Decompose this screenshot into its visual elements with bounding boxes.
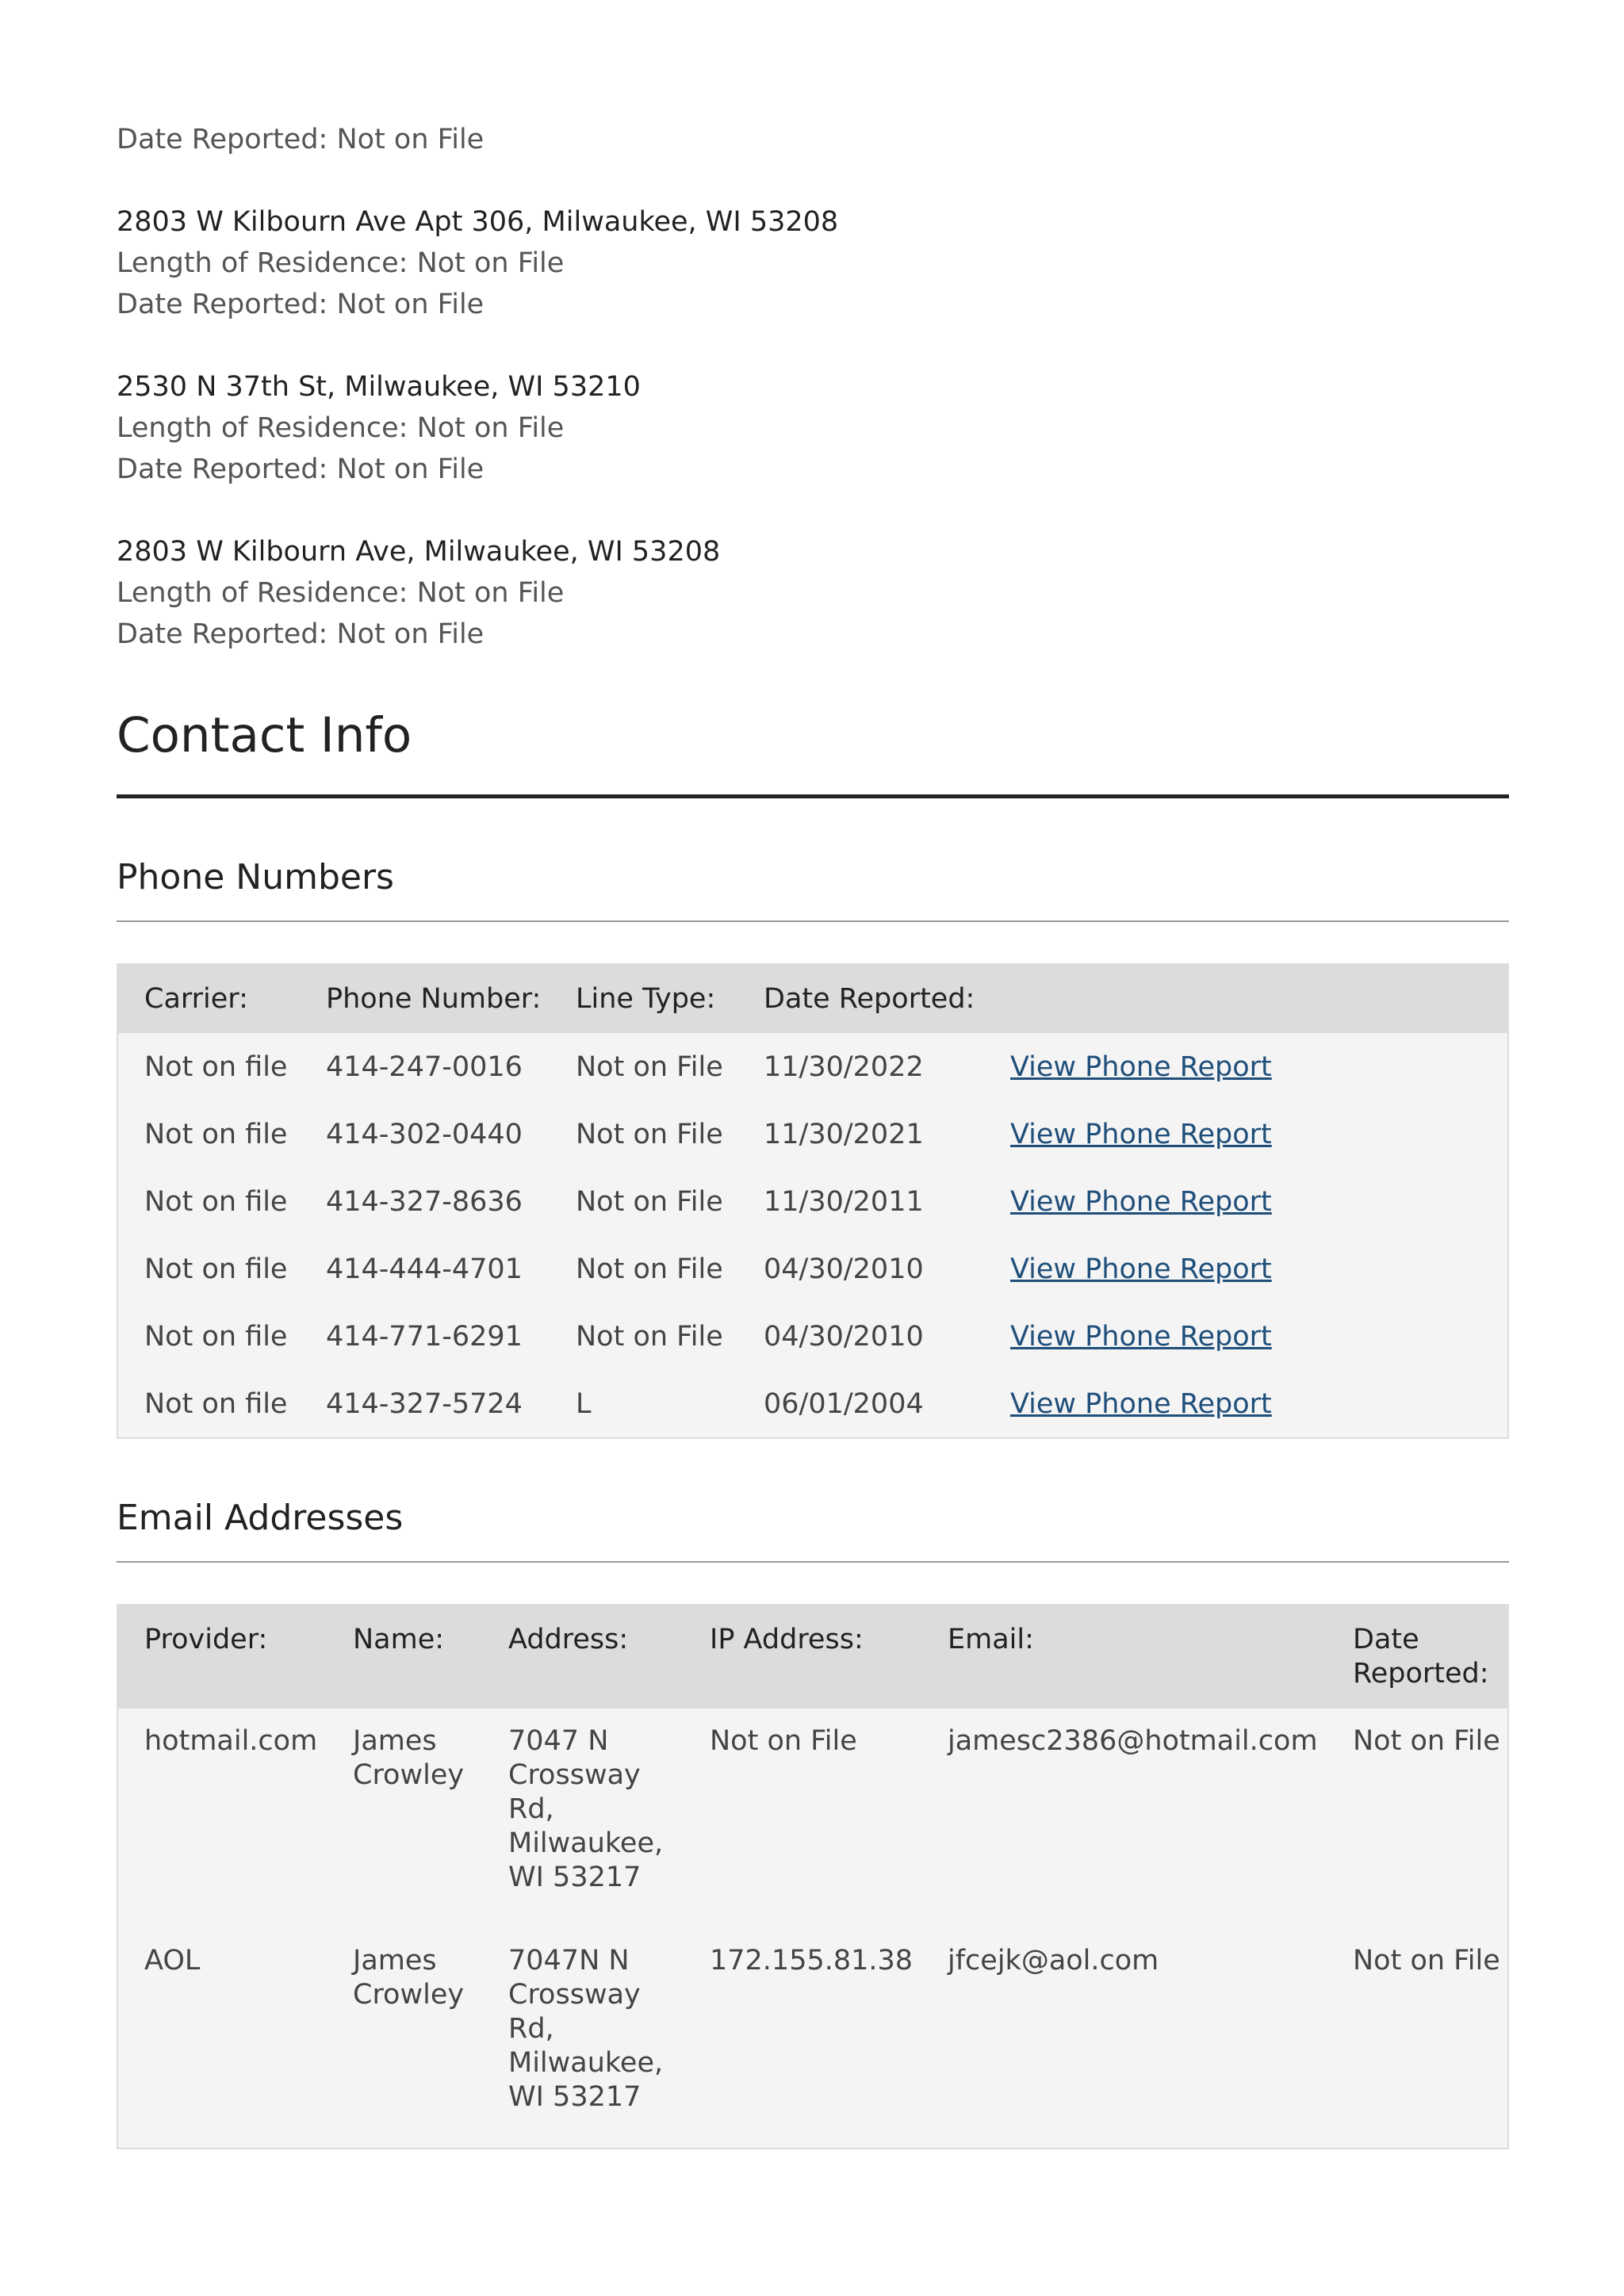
name-cell: James Crowley (353, 1945, 465, 2011)
line-type-cell: Not on File (576, 1118, 723, 1150)
ip-address-cell: 172.155.81.38 (710, 1945, 914, 1976)
phone-number-cell: 414-444-4701 (326, 1253, 523, 1285)
address-record: 2530 N 37th St, Milwaukee, WI 53210 Leng… (117, 366, 1509, 490)
phone-numbers-table: Carrier: Phone Number: Line Type: Date R… (117, 963, 1509, 1439)
report-page: Date Reported: Not on File 2803 W Kilbou… (117, 119, 1509, 2149)
phone-number-cell: 414-771-6291 (326, 1320, 523, 1353)
address-line: 2530 N 37th St, Milwaukee, WI 53210 (117, 371, 641, 403)
action-cell: View Phone Report (984, 1303, 1508, 1370)
column-header-name: Name: (353, 1624, 445, 1655)
address-cell: 7047 N Crossway Rd, Milwaukee, WI 53217 (508, 1725, 664, 1893)
column-header-phone-number: Phone Number: (326, 983, 542, 1015)
provider-cell: AOL (144, 1945, 201, 1976)
date-reported: Date Reported: Not on File (117, 124, 485, 155)
table-header-row: Provider: Name: Address: IP Address: Ema… (117, 1605, 1508, 1709)
date-reported-cell: 11/30/2021 (764, 1118, 924, 1150)
address-record: 2803 W Kilbourn Ave, Milwaukee, WI 53208… (117, 531, 1509, 655)
view-phone-report-link[interactable]: View Phone Report (1010, 1388, 1272, 1420)
line-type-cell: Not on File (576, 1253, 723, 1285)
action-cell: View Phone Report (984, 1033, 1508, 1100)
column-header-carrier: Carrier: (144, 983, 248, 1015)
table-row: Not on file 414-327-5724 L 06/01/2004 Vi… (117, 1370, 1508, 1438)
view-phone-report-link[interactable]: View Phone Report (1010, 1321, 1272, 1353)
view-phone-report-link[interactable]: View Phone Report (1010, 1119, 1272, 1150)
action-cell: View Phone Report (984, 1370, 1508, 1438)
table-row: Not on file 414-302-0440 Not on File 11/… (117, 1100, 1508, 1168)
date-reported-cell: 04/30/2010 (764, 1253, 924, 1285)
provider-cell: hotmail.com (144, 1725, 318, 1757)
date-reported-cell: 04/30/2010 (764, 1320, 924, 1353)
ip-address-cell: Not on File (710, 1725, 857, 1757)
carrier-cell: Not on file (144, 1185, 288, 1218)
column-header-action (984, 964, 1508, 1033)
line-type-cell: Not on File (576, 1320, 723, 1353)
email-addresses-table: Provider: Name: Address: IP Address: Ema… (117, 1604, 1509, 2149)
phone-numbers-heading: Phone Numbers (117, 857, 394, 897)
phone-number-cell: 414-327-8636 (326, 1185, 523, 1218)
view-phone-report-link[interactable]: View Phone Report (1010, 1253, 1272, 1285)
length-of-residence: Length of Residence: Not on File (117, 412, 565, 444)
table-row: Not on file 414-771-6291 Not on File 04/… (117, 1303, 1508, 1370)
column-header-address: Address: (508, 1624, 629, 1655)
line-type-cell: Not on File (576, 1050, 723, 1083)
view-phone-report-link[interactable]: View Phone Report (1010, 1186, 1272, 1218)
carrier-cell: Not on file (144, 1320, 288, 1353)
line-type-cell: L (576, 1387, 592, 1420)
email-cell: jamesc2386@hotmail.com (948, 1725, 1318, 1757)
phone-number-cell: 414-247-0016 (326, 1050, 523, 1083)
column-header-provider: Provider: (144, 1624, 268, 1655)
subsection-divider (117, 920, 1509, 922)
table-row: AOL James Crowley 7047N N Crossway Rd, M… (117, 1928, 1508, 2149)
date-reported-cell: 11/30/2022 (764, 1050, 924, 1083)
carrier-cell: Not on file (144, 1050, 288, 1083)
name-cell: James Crowley (353, 1725, 465, 1791)
length-of-residence: Length of Residence: Not on File (117, 577, 565, 609)
date-reported: Date Reported: Not on File (117, 453, 485, 485)
column-header-line-type: Line Type: (576, 983, 716, 1015)
email-cell: jfcejk@aol.com (948, 1945, 1159, 1976)
address-line: 2803 W Kilbourn Ave, Milwaukee, WI 53208 (117, 536, 721, 568)
address-line: 2803 W Kilbourn Ave Apt 306, Milwaukee, … (117, 206, 839, 238)
column-header-email: Email: (948, 1624, 1034, 1655)
date-reported: Date Reported: Not on File (117, 618, 485, 650)
column-header-ip-address: IP Address: (710, 1624, 864, 1655)
table-row: Not on file 414-444-4701 Not on File 04/… (117, 1235, 1508, 1303)
table-row: Not on file 414-327-8636 Not on File 11/… (117, 1168, 1508, 1235)
column-header-date-reported: Date Reported: (764, 983, 975, 1015)
length-of-residence: Length of Residence: Not on File (117, 247, 565, 279)
date-reported-cell: 06/01/2004 (764, 1387, 924, 1420)
contact-info-heading: Contact Info (117, 707, 412, 763)
action-cell: View Phone Report (984, 1168, 1508, 1235)
section-divider (117, 794, 1509, 798)
table-row: Not on file 414-247-0016 Not on File 11/… (117, 1033, 1508, 1100)
date-reported: Date Reported: Not on File (117, 289, 485, 320)
action-cell: View Phone Report (984, 1100, 1508, 1168)
table-row: hotmail.com James Crowley 7047 N Crosswa… (117, 1709, 1508, 1928)
action-cell: View Phone Report (984, 1235, 1508, 1303)
address-record: 2803 W Kilbourn Ave Apt 306, Milwaukee, … (117, 201, 1509, 325)
date-reported-cell: Not on File (1353, 1945, 1500, 1976)
date-reported-cell: 11/30/2011 (764, 1185, 924, 1218)
carrier-cell: Not on file (144, 1387, 288, 1420)
address-cell: 7047N N Crossway Rd, Milwaukee, WI 53217 (508, 1945, 664, 2113)
carrier-cell: Not on file (144, 1253, 288, 1285)
email-addresses-heading: Email Addresses (117, 1498, 404, 1538)
date-reported-cell: Not on File (1353, 1725, 1500, 1757)
phone-number-cell: 414-302-0440 (326, 1118, 523, 1150)
carrier-cell: Not on file (144, 1118, 288, 1150)
line-type-cell: Not on File (576, 1185, 723, 1218)
phone-number-cell: 414-327-5724 (326, 1387, 523, 1420)
address-record-partial: Date Reported: Not on File (117, 119, 1509, 160)
column-header-date-reported: Date Reported: (1353, 1624, 1489, 1689)
table-header-row: Carrier: Phone Number: Line Type: Date R… (117, 964, 1508, 1033)
subsection-divider (117, 1561, 1509, 1563)
view-phone-report-link[interactable]: View Phone Report (1010, 1051, 1272, 1083)
